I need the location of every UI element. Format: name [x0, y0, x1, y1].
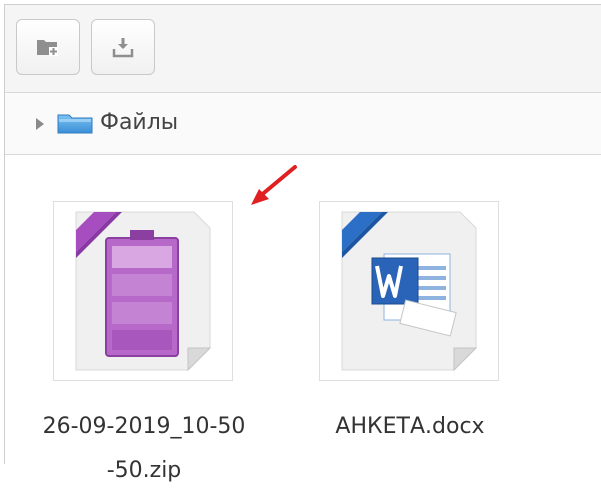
add-folder-icon	[36, 37, 60, 57]
file-name[interactable]: 26-09-2019_10-50-50.zip	[39, 405, 249, 493]
expand-arrow-icon[interactable]	[36, 118, 44, 130]
folder-icon	[57, 112, 93, 138]
file-tile-word[interactable]	[319, 201, 499, 381]
toolbar	[5, 5, 601, 93]
red-arrow-icon	[245, 163, 301, 215]
breadcrumb: Файлы	[5, 93, 601, 155]
download-button[interactable]	[91, 19, 155, 75]
download-icon	[112, 36, 134, 58]
breadcrumb-label[interactable]: Файлы	[100, 109, 178, 137]
file-manager: Файлы 26-09-2019_10-50-50.zip АНКЕТА.doc…	[4, 4, 601, 483]
file-name[interactable]: АНКЕТА.docx	[305, 405, 515, 449]
add-folder-button[interactable]	[16, 19, 80, 75]
file-tile-archive[interactable]	[53, 201, 233, 381]
